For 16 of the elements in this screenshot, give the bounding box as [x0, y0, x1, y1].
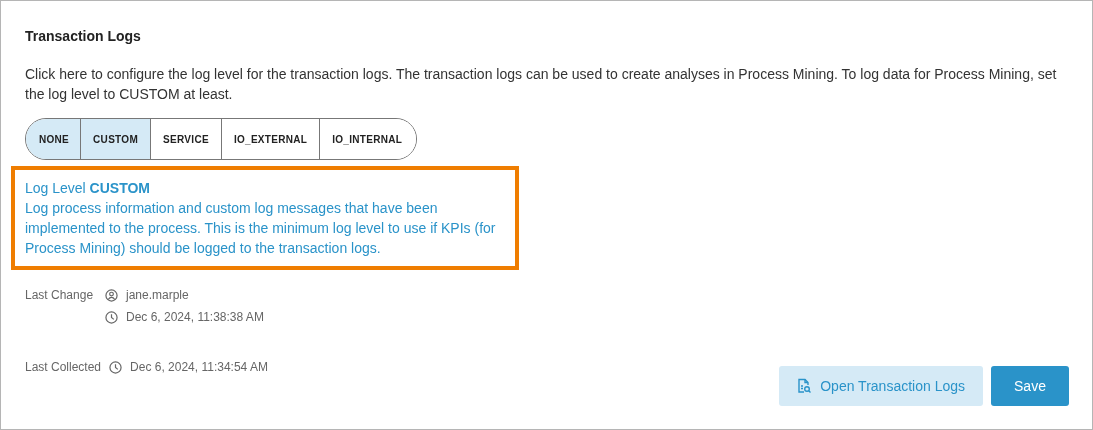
user-name: jane.marple — [126, 287, 189, 304]
clock-icon — [105, 310, 118, 324]
log-level-heading: Log Level CUSTOM — [25, 179, 152, 198]
field-label: Last Change — [25, 287, 95, 304]
timestamp: Dec 6, 2024, 11:34:54 AM — [130, 359, 268, 376]
log-level-segment[interactable]: IO_INTERNAL — [319, 119, 417, 159]
log-level-segment[interactable]: NONE — [26, 119, 81, 159]
timestamp: Dec 6, 2024, 11:38:38 AM — [126, 309, 264, 326]
section-title: Transaction Logs — [25, 27, 142, 46]
log-level-segment[interactable]: CUSTOM — [80, 119, 151, 159]
clock-icon — [109, 360, 123, 374]
user-icon — [105, 288, 118, 302]
document-search-icon — [797, 378, 813, 394]
field-label: Last Collected — [25, 359, 102, 376]
description-text: Click here to configure the log level for the transaction logs. The transaction logs can be used to create analyses in Process Mining. To log data for Process Mining, set the log level to CUSTOM at least. — [25, 65, 1058, 104]
log-level-description: Log process information and custom log messages that have been implemented to the process. This is the minimum log level to use if KPIs (for Process Mining) should be logged to the transaction logs. — [25, 199, 497, 258]
